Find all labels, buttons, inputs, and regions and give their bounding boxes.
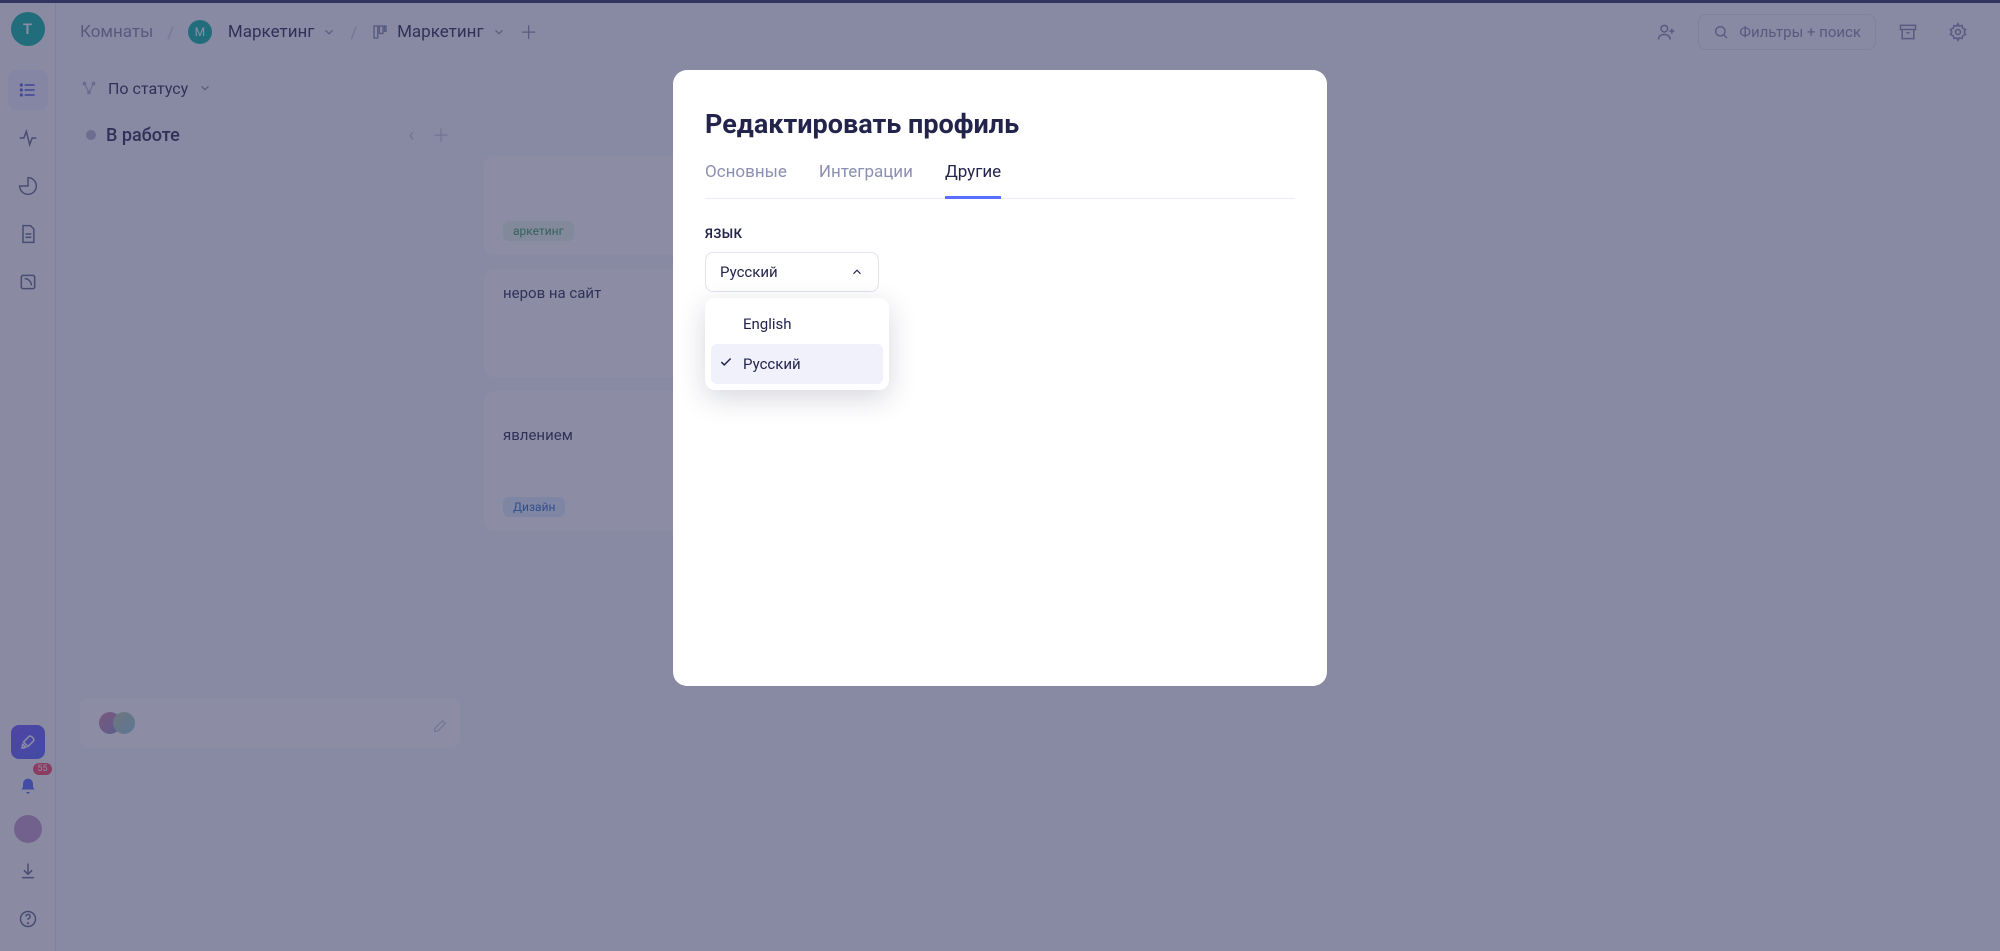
tab-general[interactable]: Основные: [705, 162, 787, 199]
tab-integrations[interactable]: Интеграции: [819, 162, 913, 199]
edit-profile-modal: Редактировать профиль Основные Интеграци…: [673, 70, 1327, 686]
language-option-russian[interactable]: Русский: [711, 344, 883, 384]
modal-overlay[interactable]: Редактировать профиль Основные Интеграци…: [0, 0, 2000, 951]
language-option-english[interactable]: English: [711, 304, 883, 344]
modal-title: Редактировать профиль: [705, 108, 1295, 140]
chevron-up-icon: [850, 265, 864, 279]
modal-tabs: Основные Интеграции Другие: [705, 162, 1295, 199]
language-label: ЯЗЫК: [705, 227, 1295, 242]
check-icon: [719, 355, 733, 373]
language-dropdown: English Русский: [705, 298, 889, 390]
language-select[interactable]: Русский: [705, 252, 879, 292]
tab-other[interactable]: Другие: [945, 162, 1001, 199]
language-value: Русский: [720, 263, 778, 281]
